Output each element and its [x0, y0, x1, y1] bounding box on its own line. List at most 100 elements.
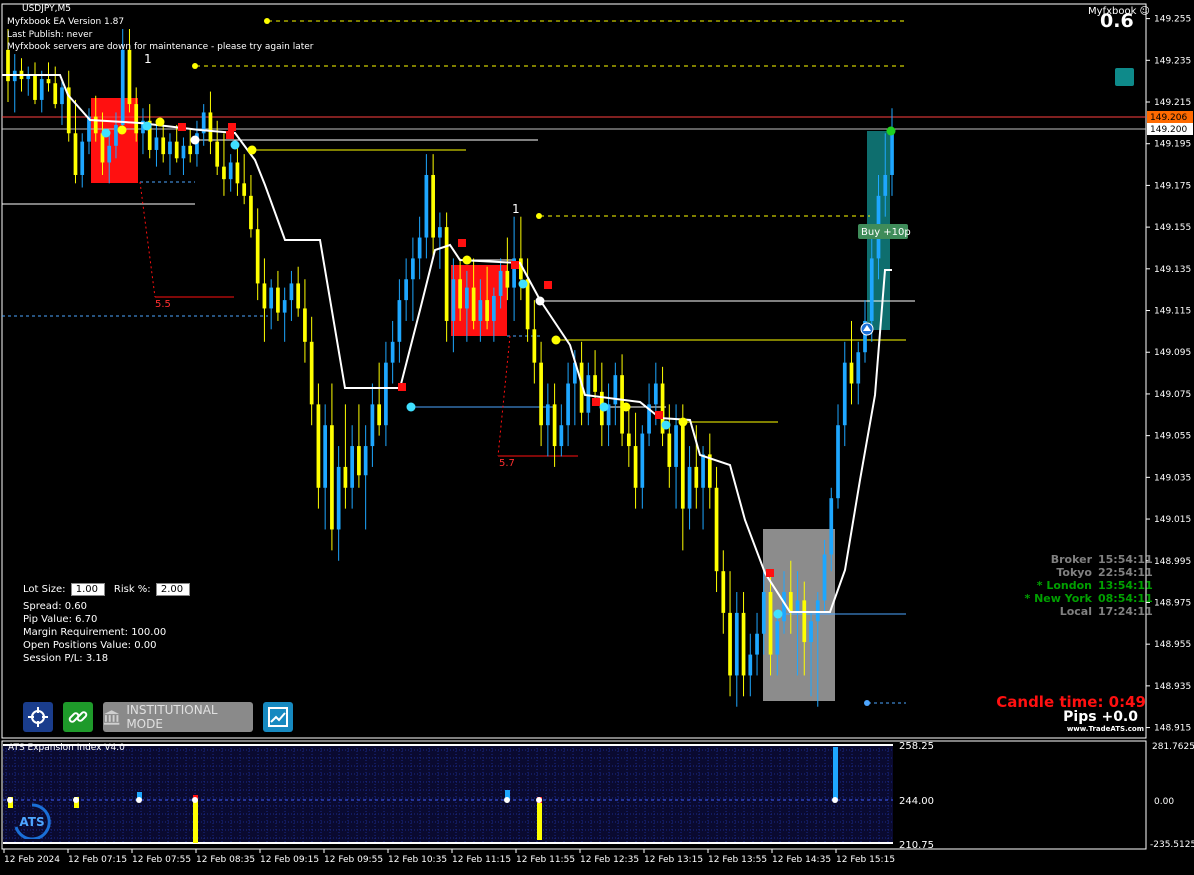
candle-body	[235, 162, 240, 184]
bid-price-label: 149.200	[1150, 125, 1187, 135]
candle-body	[168, 141, 172, 155]
price-tick-label: 149.015	[1154, 515, 1191, 525]
time-tick-label: 12 Feb 07:55	[132, 855, 191, 865]
candle-body	[181, 145, 186, 159]
signal-square	[228, 123, 236, 131]
indicator-dot	[192, 797, 198, 803]
chart-expand-button[interactable]	[263, 702, 293, 732]
candle-body	[120, 49, 125, 125]
candle-body	[384, 362, 388, 426]
candle-body	[188, 145, 193, 155]
signal-dot	[155, 117, 165, 127]
session-time: 08:54:11	[1098, 592, 1153, 605]
candle-body	[714, 487, 719, 572]
candle-body	[330, 425, 334, 530]
candle-body	[836, 425, 840, 499]
session-name: * New York	[1024, 592, 1093, 605]
candle-body	[114, 124, 118, 146]
risk-input[interactable]: 2.00	[155, 583, 190, 596]
lot-size-input[interactable]: 1.00	[70, 583, 105, 596]
pip-value: Pip Value: 6.70	[23, 614, 98, 625]
candle-body	[856, 352, 861, 384]
spread-big: 0.6	[1100, 10, 1134, 32]
indicator-level-label: 258.25	[899, 741, 934, 752]
signal-dot	[535, 296, 545, 306]
candle-body	[222, 166, 226, 180]
signal-dot	[773, 609, 783, 619]
candle-body	[431, 174, 435, 238]
price-tick-label: 148.935	[1154, 682, 1191, 692]
link-button[interactable]	[63, 702, 93, 732]
candle-body	[316, 404, 321, 488]
candle-body	[640, 433, 645, 488]
candle-body	[626, 433, 631, 447]
candle-body	[397, 300, 402, 342]
open-positions-value: Open Positions Value: 0.00	[23, 640, 157, 651]
candle-body	[93, 116, 98, 134]
price-tick-label: 149.155	[1154, 223, 1191, 233]
candle-body	[343, 466, 348, 488]
indicator-level-label: 244.00	[899, 796, 934, 807]
candle-body	[701, 454, 705, 488]
indicator-scale-label: -235.5125	[1150, 840, 1194, 850]
candle-body	[485, 300, 489, 321]
signal-dot	[190, 135, 200, 145]
level-dot	[864, 700, 870, 706]
candle-body	[728, 612, 732, 676]
crosshair-button[interactable]	[23, 702, 53, 732]
candle-body	[532, 329, 537, 363]
candle-body	[633, 446, 638, 488]
session-name: * London	[1036, 579, 1092, 592]
last-publish-label: Last Publish: never	[7, 30, 93, 40]
candle-body	[255, 229, 260, 284]
signal-dot	[661, 420, 671, 430]
candle-body	[842, 362, 847, 426]
indicator-dot	[832, 797, 838, 803]
session-row: * New York 08:54:11	[1012, 592, 1153, 605]
candle-body	[370, 404, 375, 447]
measure-line	[139, 181, 156, 298]
signal-square	[592, 398, 600, 406]
candle-body	[53, 83, 58, 105]
session-name: Local	[1059, 605, 1092, 618]
candle-body	[208, 112, 213, 142]
candle-body	[154, 137, 159, 150]
price-tick-label: 149.135	[1154, 265, 1191, 275]
institutional-mode-button[interactable]: INSTITUTIONAL MODE	[103, 702, 253, 732]
spread-value: Spread: 0.60	[23, 601, 88, 612]
time-tick-label: 12 Feb 08:35	[196, 855, 255, 865]
level-dot	[192, 63, 198, 69]
candle-body	[471, 287, 476, 321]
time-tick-label: 12 Feb 10:35	[388, 855, 447, 865]
signal-dot	[247, 145, 257, 155]
indicator-dot	[504, 797, 510, 803]
signal-dot	[406, 402, 416, 412]
candle-body	[80, 141, 85, 175]
session-row: * London 13:54:11	[1012, 579, 1153, 592]
signal-square	[544, 281, 552, 289]
indicator-scale-label: 0.00	[1154, 797, 1174, 807]
candle-body	[127, 49, 132, 105]
candle-body	[33, 74, 37, 100]
session-row: Local 17:24:11	[1012, 605, 1153, 618]
ea-version-label: Myfxbook EA Version 1.87	[7, 17, 125, 27]
candle-body	[566, 383, 570, 426]
time-tick-label: 12 Feb 2024	[4, 855, 60, 865]
measure-label: 5.5	[155, 299, 171, 310]
buy-label: Buy +10p	[861, 227, 911, 238]
candle-body	[46, 79, 51, 84]
signal-square	[226, 131, 234, 139]
candle-body	[883, 174, 888, 196]
candle-body	[215, 141, 220, 167]
time-tick-label: 12 Feb 11:15	[452, 855, 511, 865]
indicator-title: ATS Expansion Index V4.0	[8, 743, 125, 753]
candle-body	[815, 600, 820, 622]
signal-square	[458, 239, 466, 247]
session-time: 17:24:11	[1098, 605, 1153, 618]
price-chart[interactable]: 149.255 149.235 149.215 149.195 149.175 149.1…	[0, 0, 1194, 871]
teal-marker-icon[interactable]	[1115, 68, 1134, 86]
chart-expand-icon	[268, 707, 288, 727]
session-row: Tokyo 22:54:11	[1012, 566, 1152, 579]
svg-text:ATS: ATS	[19, 815, 44, 829]
candle-body	[296, 283, 301, 309]
